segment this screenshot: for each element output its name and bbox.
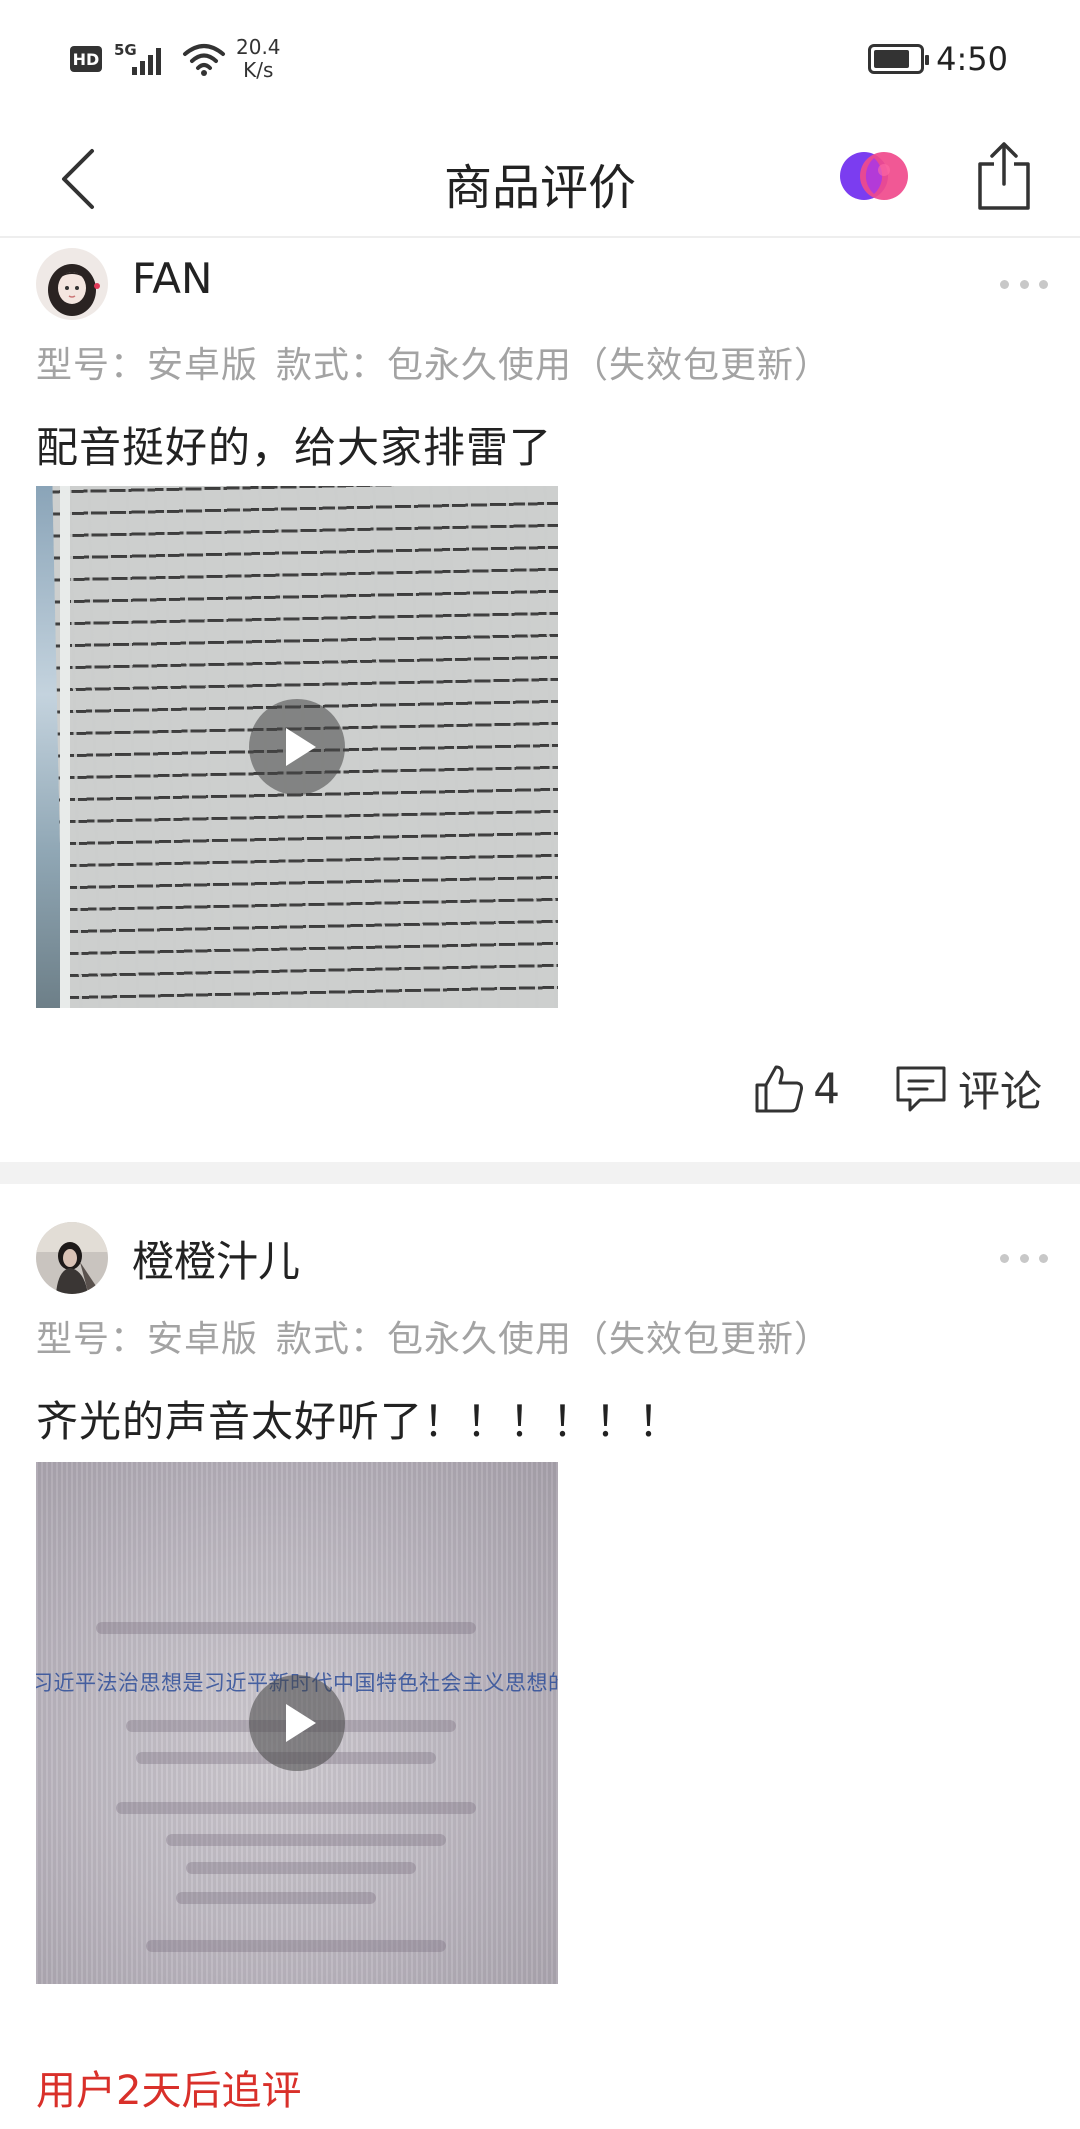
status-right: 4:50 (868, 40, 1008, 78)
play-icon (286, 1704, 316, 1742)
review-card: 橙橙汁儿 型号：安卓版 款式：包永久使用（失效包更新） 齐光的声音太好听了！！！！… (0, 1184, 1080, 2129)
brand-logo-icon (840, 152, 908, 200)
spec-style: 款式：包永久使用（失效包更新） (276, 1319, 832, 1360)
spec-style: 款式：包永久使用（失效包更新） (276, 345, 832, 386)
clock: 4:50 (936, 40, 1008, 78)
play-button[interactable] (249, 699, 345, 795)
battery-level (874, 50, 910, 68)
comment-icon (896, 1066, 946, 1111)
share-icon (978, 142, 1030, 210)
more-options-button[interactable] (1000, 274, 1048, 294)
cellular-signal-icon: 5G (112, 41, 172, 77)
header: 商品评价 (0, 120, 1080, 238)
avatar[interactable] (36, 248, 108, 320)
hd-badge: HD (70, 46, 102, 72)
review-video[interactable] (36, 486, 558, 1008)
network-speed: 20.4 K/s (236, 36, 281, 82)
share-button[interactable] (976, 138, 1032, 214)
username[interactable]: 橙橙汁儿 (132, 1228, 300, 1289)
speed-unit: K/s (243, 58, 274, 82)
like-button[interactable]: 4 (753, 1063, 840, 1115)
more-options-button[interactable] (1000, 1248, 1048, 1268)
status-bar: HD 5G 20.4 K/s 4:50 (0, 0, 1080, 120)
speed-value: 20.4 (236, 35, 281, 59)
review-text: 配音挺好的，给大家排雷了 (36, 423, 553, 472)
avatar-image (36, 248, 108, 320)
section-divider (0, 1162, 1080, 1184)
status-left: HD 5G 20.4 K/s (70, 36, 281, 82)
avatar-image (36, 1222, 108, 1294)
username[interactable]: FAN (132, 254, 212, 303)
play-button[interactable] (249, 1675, 345, 1771)
avatar[interactable] (36, 1222, 108, 1294)
review-card: FAN 型号：安卓版 款式：包永久使用（失效包更新） 配音挺好的，给大家排雷了 4 (0, 238, 1080, 1162)
comment-label: 评论 (957, 1067, 1042, 1116)
followup-review-label: 用户2天后追评 (36, 2068, 302, 2114)
like-count: 4 (813, 1064, 840, 1113)
wifi-icon (183, 44, 225, 76)
product-specs: 型号：安卓版 款式：包永久使用（失效包更新） (36, 1310, 831, 1362)
review-actions: 4 评论 (753, 1058, 1042, 1119)
product-specs: 型号：安卓版 款式：包永久使用（失效包更新） (36, 336, 831, 388)
comment-button[interactable]: 评论 (894, 1058, 1042, 1119)
spec-model: 型号：安卓版 (36, 345, 259, 386)
play-icon (286, 728, 316, 766)
review-video[interactable]: 习近平法治思想是习近平新时代中国特色社会主义思想的重要组 (36, 1462, 558, 1984)
spec-model: 型号：安卓版 (36, 1319, 259, 1360)
page-title: 商品评价 (443, 160, 636, 216)
brand-logo-button[interactable] (836, 146, 912, 206)
battery-icon (868, 44, 930, 74)
thumbs-up-icon (755, 1065, 804, 1112)
review-text: 齐光的声音太好听了！！！！！！ (36, 1397, 682, 1446)
